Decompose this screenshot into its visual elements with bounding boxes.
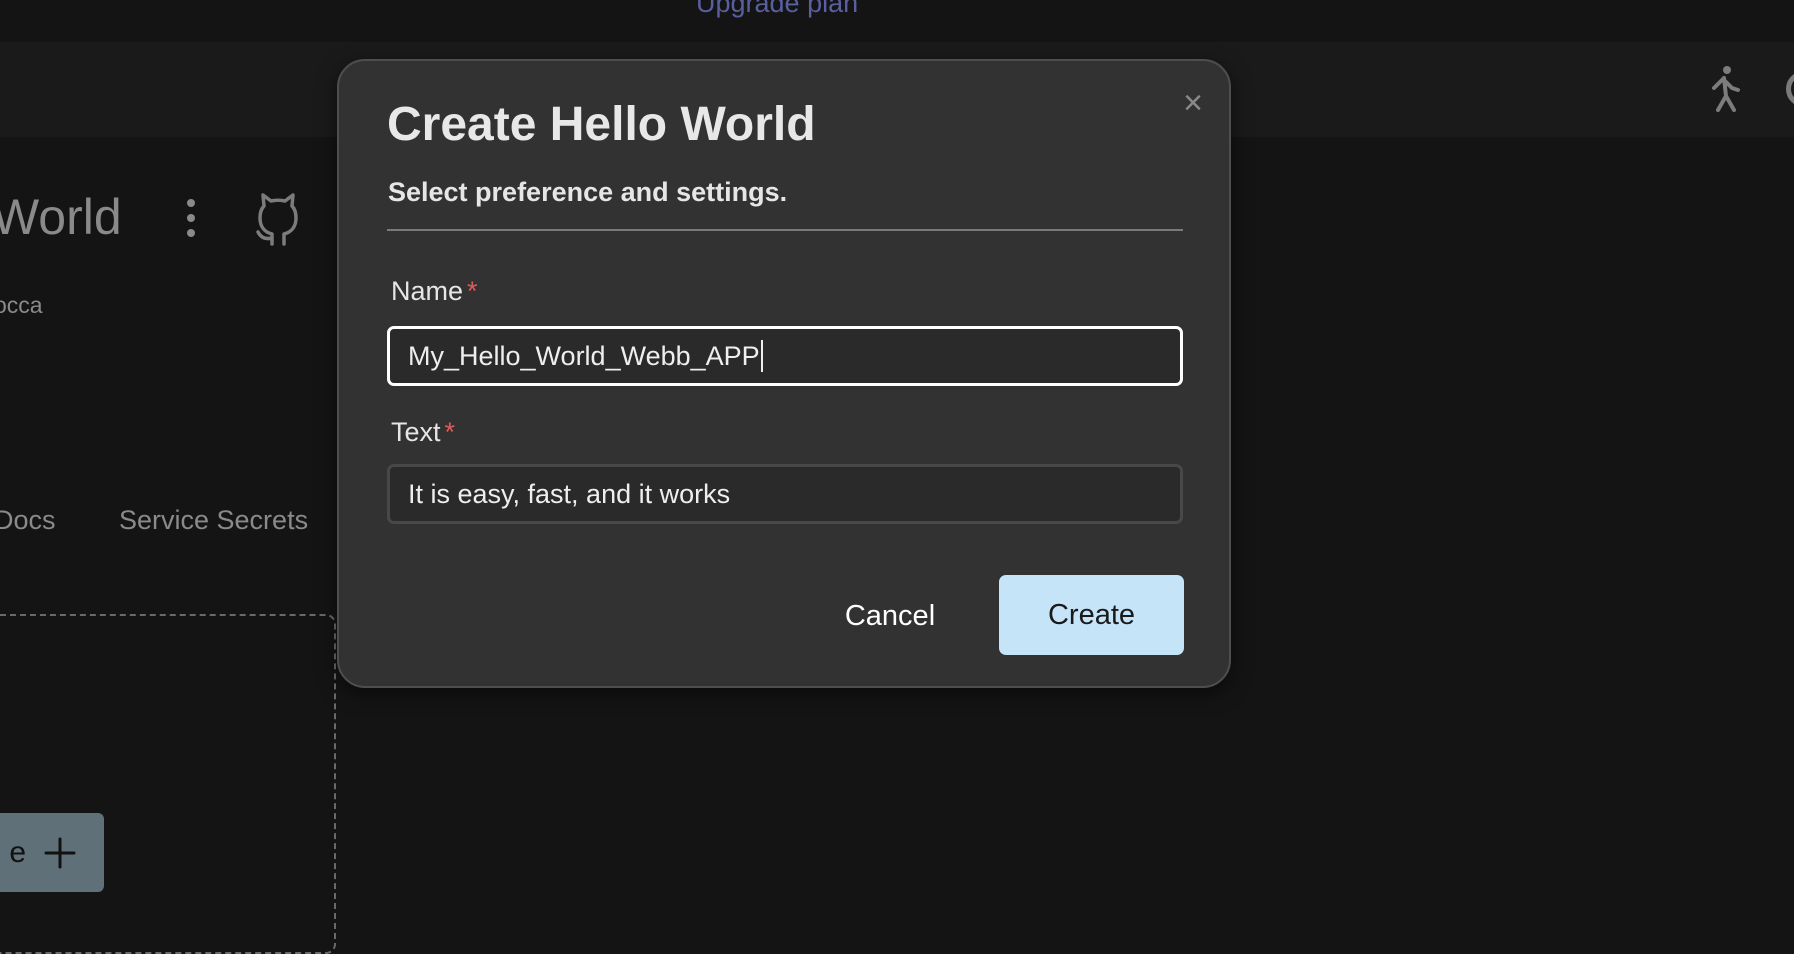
- create-button[interactable]: Create: [999, 575, 1184, 655]
- text-label-text: Text: [391, 417, 441, 447]
- name-label: Name *: [391, 276, 478, 307]
- required-marker: *: [444, 417, 456, 447]
- tab-service-secrets[interactable]: Service Secrets: [119, 505, 308, 536]
- text-label: Text *: [391, 417, 455, 448]
- plus-icon: [44, 837, 76, 868]
- add-button[interactable]: e: [0, 813, 104, 892]
- walking-person-icon[interactable]: [1700, 64, 1748, 116]
- dialog-title: Create Hello World: [387, 98, 816, 151]
- cancel-button[interactable]: Cancel: [837, 576, 943, 656]
- project-title: World: [0, 189, 122, 245]
- dialog-subtitle: Select preference and settings.: [388, 177, 788, 207]
- text-input[interactable]: It is easy, fast, and it works: [387, 464, 1183, 524]
- create-dialog: × Create Hello World Select preference a…: [337, 59, 1231, 688]
- tab-docs[interactable]: Docs: [0, 505, 56, 536]
- text-input-value: It is easy, fast, and it works: [408, 478, 731, 509]
- top-bar: Upgrade plan: [0, 0, 1794, 42]
- close-icon[interactable]: ×: [1179, 86, 1207, 120]
- github-icon[interactable]: [252, 190, 304, 246]
- required-marker: *: [467, 276, 478, 306]
- name-label-text: Name: [391, 276, 464, 306]
- name-input-value: My_Hello_World_Webb_APP: [408, 340, 760, 371]
- project-owner: occa: [0, 292, 43, 318]
- name-input[interactable]: My_Hello_World_Webb_APP: [387, 326, 1183, 386]
- kebab-icon[interactable]: [186, 198, 196, 238]
- drop-zone: [0, 614, 336, 954]
- divider: [387, 229, 1183, 231]
- upgrade-plan-link[interactable]: Upgrade plan: [696, 0, 858, 19]
- text-caret: [760, 340, 763, 372]
- add-button-label: e: [9, 835, 26, 869]
